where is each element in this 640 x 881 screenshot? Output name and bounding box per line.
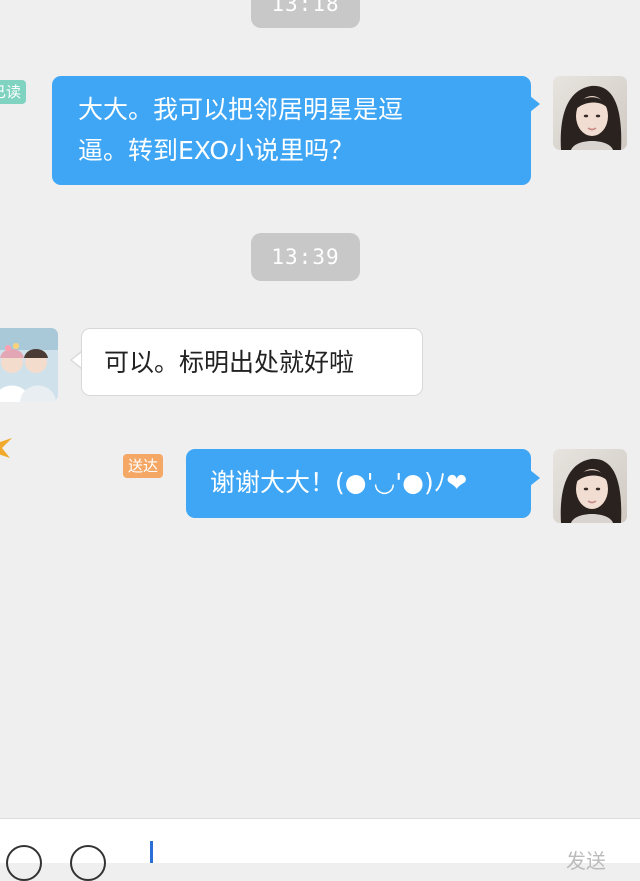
contact-avatar[interactable] <box>0 328 58 402</box>
self-avatar[interactable] <box>553 449 627 523</box>
message-bubble-outgoing-1[interactable]: 大大。我可以把邻居明星是逗 逼。转到EXO小说里吗？ <box>52 76 531 185</box>
message-line-2: 逼。转到EXO小说里吗？ <box>78 136 355 165</box>
sparkle-icon <box>0 438 12 458</box>
self-avatar-photo <box>553 449 627 523</box>
bubble-tail <box>530 470 540 486</box>
composer-bar: 发送 <box>0 818 640 881</box>
emoji-icon[interactable] <box>70 845 106 881</box>
delivered-status-badge: 送达 <box>123 454 164 478</box>
timestamp-1-text: 13:18 <box>271 0 340 16</box>
message-line-1: 大大。我可以把邻居明星是逗 <box>78 95 404 124</box>
delivered-status-text: 送达 <box>128 457 159 475</box>
voice-icon[interactable] <box>6 845 42 881</box>
timestamp-2: 13:39 <box>251 233 360 281</box>
read-status-badge: 已读 <box>0 80 27 104</box>
message-bubble-incoming-1[interactable]: 可以。标明出处就好啦 <box>81 328 423 396</box>
message-bubble-outgoing-2[interactable]: 谢谢大大！(●'◡'●)ﾉ❤ <box>186 449 531 518</box>
text-input-cursor[interactable] <box>150 841 153 863</box>
send-button[interactable]: 发送 <box>566 845 606 874</box>
message-text: 可以。标明出处就好啦 <box>104 348 355 377</box>
message-text: 谢谢大大！(●'◡'●)ﾉ❤ <box>210 468 468 497</box>
read-status-text: 已读 <box>0 83 22 101</box>
self-avatar-photo <box>553 76 627 150</box>
bubble-tail <box>530 96 540 112</box>
timestamp-2-text: 13:39 <box>271 245 340 269</box>
timestamp-1: 13:18 <box>251 0 360 28</box>
self-avatar[interactable] <box>553 76 627 150</box>
contact-avatar-photo <box>0 328 58 402</box>
